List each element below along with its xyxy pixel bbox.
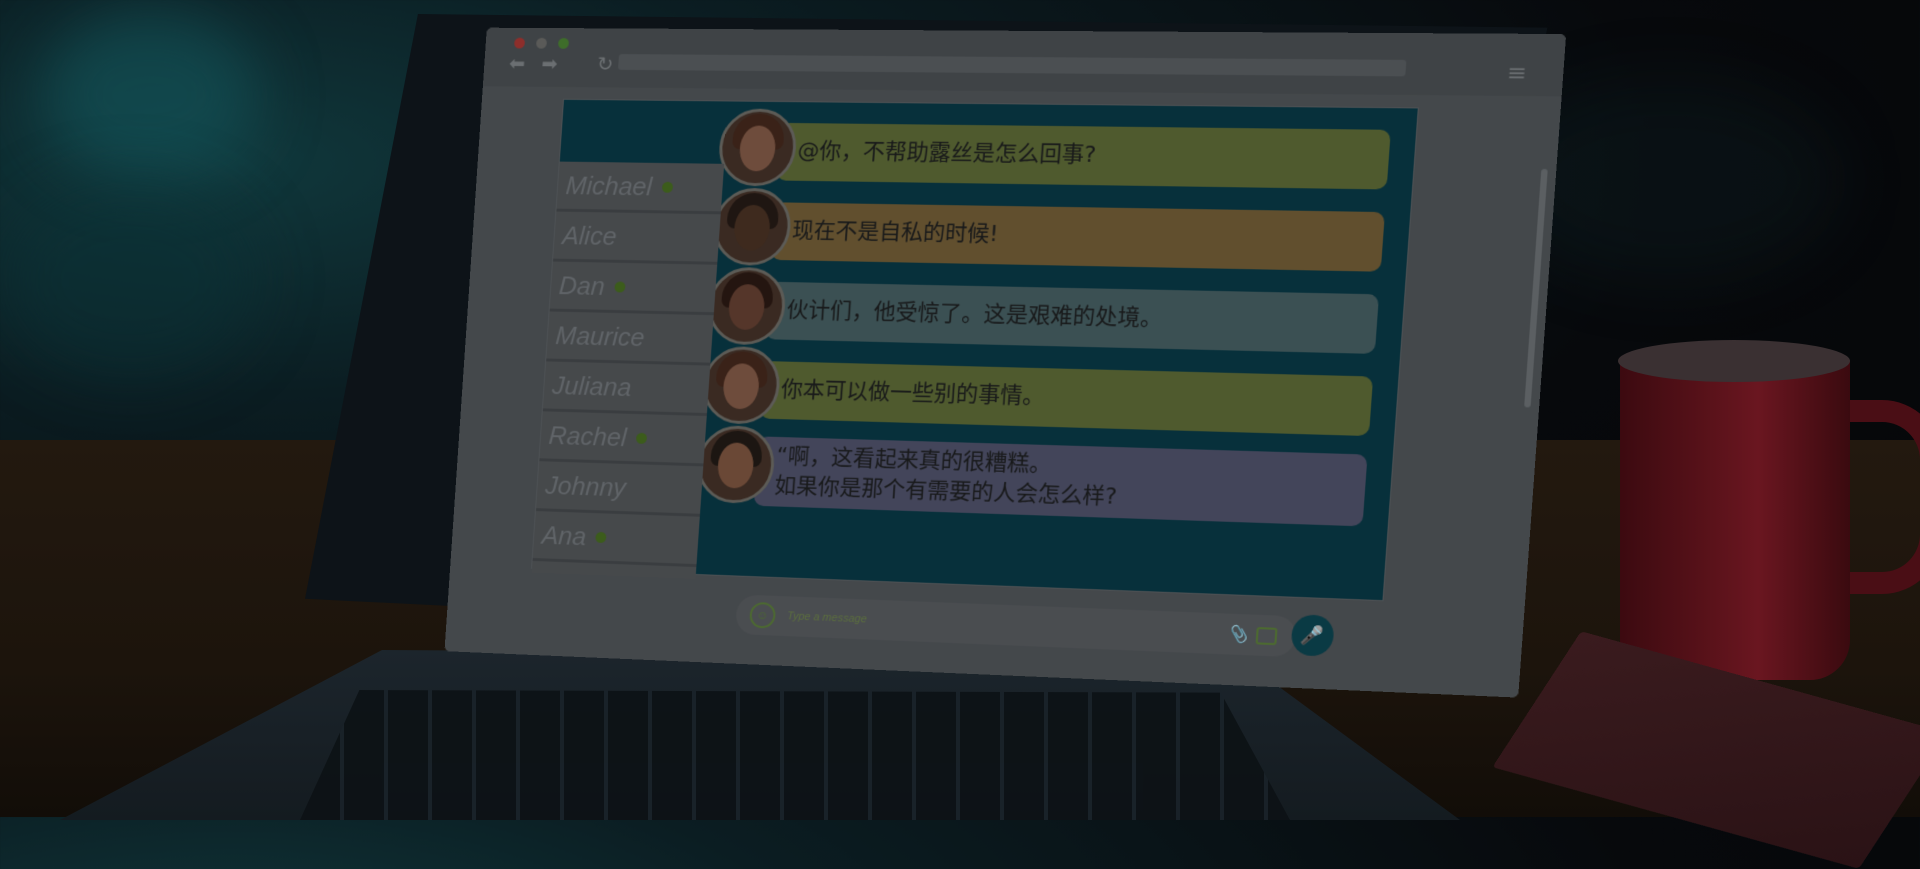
contact-name: Johnny: [544, 469, 627, 502]
contact-item[interactable]: Ana: [532, 511, 700, 568]
hamburger-menu-icon[interactable]: ≡: [1506, 61, 1528, 87]
window-minimize-button[interactable]: [535, 37, 548, 49]
browser-content: Michael Alice Dan Maurice Juliana Rachel…: [444, 86, 1562, 698]
message-bubble: 你本可以做一些别的事情。: [759, 361, 1374, 437]
forward-arrow-icon[interactable]: ➡: [541, 52, 559, 76]
contact-name: Michael: [564, 170, 654, 201]
address-bar[interactable]: [617, 54, 1407, 77]
red-mug: [1618, 340, 1850, 680]
online-status-dot: [661, 181, 673, 193]
chat-message: 你本可以做一些别的事情。: [700, 345, 1374, 437]
message-input[interactable]: ☺ Type a message 📎: [734, 594, 1298, 658]
laptop-screen: ⬅ ➡ ↻ ≡ Michael Alice Dan Maurice Julian…: [444, 27, 1567, 698]
scene: ⬅ ➡ ↻ ≡ Michael Alice Dan Maurice Julian…: [0, 0, 1920, 869]
contact-list: Michael Alice Dan Maurice Juliana Rachel…: [531, 161, 725, 579]
message-list: @你，不帮助露丝是怎么回事? 现在不是自私的时候! 伙计们，他受惊了。这是艰难的…: [695, 108, 1392, 527]
window-close-button[interactable]: [513, 37, 526, 49]
online-status-dot: [595, 531, 607, 543]
contact-name: Alice: [561, 220, 618, 251]
back-arrow-icon[interactable]: ⬅: [508, 51, 526, 75]
reload-icon[interactable]: ↻: [596, 52, 614, 76]
background-bokeh: [40, 10, 260, 180]
contact-name: Juliana: [551, 369, 633, 402]
laptop-keyboard: [300, 690, 1290, 820]
online-status-dot: [635, 432, 648, 444]
contact-item[interactable]: Rachel: [539, 411, 707, 467]
contact-name: Dan: [558, 270, 606, 301]
microphone-button[interactable]: 🎤: [1290, 614, 1335, 657]
message-bubble: 伙计们，他受惊了。这是艰难的处境。: [764, 281, 1380, 354]
browser-titlebar: ⬅ ➡ ↻ ≡: [482, 27, 1567, 97]
chat-message: “啊，这看起来真的很糟糕。 如果你是那个有需要的人会怎么样?: [695, 424, 1368, 527]
online-status-dot: [614, 280, 626, 293]
chat-message: 伙计们，他受惊了。这是艰难的处境。: [705, 266, 1380, 354]
contact-item[interactable]: Alice: [552, 211, 721, 265]
message-bubble: @你，不帮助露丝是怎么回事?: [775, 122, 1391, 190]
emoji-icon[interactable]: ☺: [748, 601, 777, 629]
contact-name: Ana: [540, 519, 588, 551]
chat-message: 现在不是自私的时候!: [711, 187, 1386, 272]
camera-icon[interactable]: [1255, 627, 1278, 646]
message-bubble: 现在不是自私的时候!: [770, 202, 1385, 272]
attach-icon[interactable]: 📎: [1226, 624, 1249, 645]
contact-name: Maurice: [554, 319, 646, 352]
contact-item[interactable]: Johnny: [535, 461, 704, 517]
scrollbar[interactable]: [1524, 168, 1548, 408]
chat-message: @你，不帮助露丝是怎么回事?: [716, 108, 1392, 190]
contact-item[interactable]: Michael: [556, 161, 725, 215]
message-input-placeholder: Type a message: [786, 610, 868, 626]
contact-name: Rachel: [547, 419, 628, 452]
window-maximize-button[interactable]: [557, 37, 570, 49]
contact-item[interactable]: Juliana: [542, 361, 711, 417]
background-bokeh: [0, 180, 260, 380]
contact-item[interactable]: Maurice: [546, 311, 714, 366]
contact-item[interactable]: Dan: [549, 261, 718, 316]
